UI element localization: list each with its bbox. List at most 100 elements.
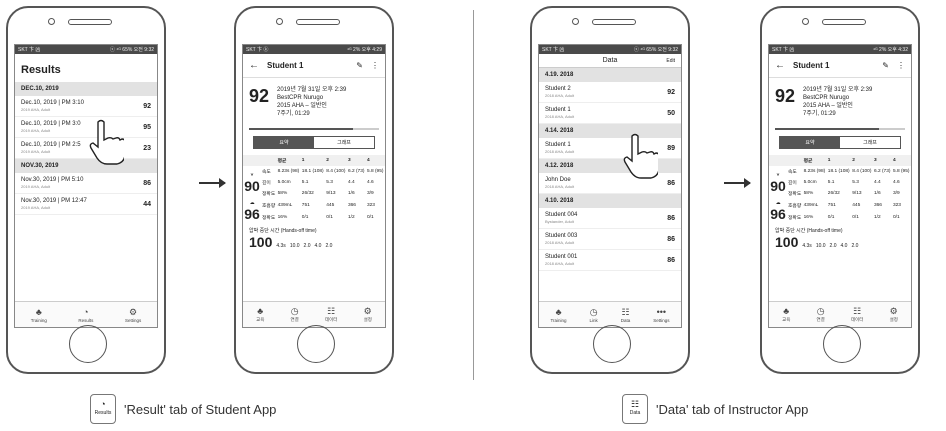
back-arrow-icon[interactable]: ← [775, 60, 785, 71]
student-row[interactable]: Student 004 Bystander, Adult 86 [539, 208, 681, 229]
caption-text: 'Data' tab of Instructor App [656, 401, 809, 417]
result-row[interactable]: Nov.30, 2019 | PM 5:10 2019 AHA, Adult 86 [15, 173, 157, 194]
more-vert-icon[interactable]: ⋮ [371, 61, 379, 70]
row-sub: 2019 AHA, Adult [21, 149, 51, 154]
student-row[interactable]: John Doe 2018 AHA, Adult 86 [539, 173, 681, 194]
status-left: SKT 卞 凶 [542, 47, 565, 53]
data-icon: ☷ [630, 399, 640, 409]
home-button[interactable] [593, 325, 631, 363]
results-icon: ◔ [100, 399, 106, 409]
link-icon: ◷ [816, 306, 825, 316]
nav-label: Data [620, 317, 631, 323]
row-score: 92 [143, 102, 151, 110]
session-cycles: 7주기, 01:29 [277, 111, 310, 117]
home-button[interactable] [297, 325, 335, 363]
gear-icon: ⚙ [363, 306, 372, 316]
camera-icon [802, 18, 809, 25]
student-title: Student 1 [267, 61, 304, 70]
nav-education[interactable]: ♣ 교육 [782, 306, 790, 323]
nav-label: Results [78, 317, 94, 323]
progress-bar [249, 128, 379, 130]
student-row[interactable]: Student 2 2018 AHA, Adult 92 [539, 82, 681, 103]
home-button[interactable] [823, 325, 861, 363]
more-vert-icon[interactable]: ⋮ [897, 61, 905, 70]
row-sub: 2019 AHA, Adult [21, 107, 51, 112]
row-time: Dec.10, 2019 | PM 3:0 [21, 121, 81, 127]
home-button[interactable] [69, 325, 107, 363]
student-row[interactable]: Student 001 2018 AHA, Adult 86 [539, 250, 681, 271]
table-row: 정확도 16% 0/1 0/1 1/2 0/1 [262, 215, 374, 222]
table-row: 깊이 5.0cm 5.1 5.3 4.4 4.6 [788, 180, 900, 186]
session-guideline: 2015 AHA – 일반인 [277, 103, 327, 109]
ventilation-score: 96 [244, 206, 260, 222]
phone-screen: SKT 卞 ⓚ ⁴ᴳ 2% 오후 4:29 ← Student 1 ✎ ⋮ 92… [242, 44, 386, 328]
status-right: ⓢ ⁴ᴳ 65% 오전 9:32 [633, 47, 678, 53]
page-title: Results [21, 64, 61, 76]
nav-label: 데이터 [324, 317, 338, 322]
status-bar: SKT 卞 凶 ⓢ ⁴ᴳ 65% 오전 9:32 [15, 45, 157, 54]
nav-data[interactable]: ☷ 데이터 [851, 306, 863, 323]
training-icon: ♣ [555, 306, 562, 317]
pointing-hand-icon [89, 119, 124, 165]
edit-pencil-icon[interactable]: ✎ [356, 61, 363, 70]
nav-connect[interactable]: ◷ 연결 [817, 306, 825, 323]
back-arrow-icon[interactable]: ← [249, 60, 259, 71]
student-title: Student 1 [793, 61, 830, 70]
nav-data[interactable]: ☷ Data [621, 307, 631, 323]
student-row[interactable]: Student 1 2018 AHA, Adult 89 [539, 138, 681, 159]
student-row[interactable]: Student 1 2018 AHA, Adult 50 [539, 103, 681, 124]
nav-data[interactable]: ☷ 데이터 [325, 306, 337, 323]
row-time: Dec.10, 2019 | PM 3:10 [21, 100, 84, 106]
table-row: 깊이 5.0cm 5.1 5.3 4.4 4.6 [262, 180, 374, 186]
tab-summary[interactable]: 요약 [254, 137, 314, 148]
nav-label: Training [550, 317, 567, 323]
tab-summary[interactable]: 요약 [780, 137, 840, 148]
nav-label: Training [30, 317, 47, 323]
app-bar: ← Student 1 ✎ ⋮ [243, 54, 385, 78]
compression-score: 90 [244, 177, 260, 194]
data-icon: ☷ [327, 306, 336, 316]
status-left: SKT 卞 凶 [18, 47, 41, 53]
tab-graph[interactable]: 그래프 [314, 137, 374, 148]
badge-label: Data [629, 410, 641, 416]
phone-instructor-data: SKT 卞 凶 ⓢ ⁴ᴳ 65% 오전 9:32 Data Edit 4.19.… [530, 6, 690, 374]
tab-graph[interactable]: 그래프 [840, 137, 900, 148]
row-score: 95 [143, 123, 151, 131]
progress-bar [775, 128, 905, 130]
status-right: ⓢ ⁴ᴳ 65% 오전 9:32 [109, 47, 154, 53]
session-info: 2019년 7월 31일 오후 2:39 BestCPR Nurugo 2015… [803, 87, 873, 117]
edit-pencil-icon[interactable]: ✎ [882, 61, 889, 70]
hands-off-label: 압박 중단 시간 (Hands-off time) [249, 228, 317, 234]
nav-settings[interactable]: ⚙ 설정 [890, 306, 898, 323]
nav-label: Settings [124, 317, 142, 323]
result-row[interactable]: Dec.10, 2019 | PM 3:10 2019 AHA, Adult 92 [15, 96, 157, 117]
edit-button[interactable]: Edit [666, 58, 675, 64]
score-summary: 92 2019년 7월 31일 오후 2:39 BestCPR Nurugo 2… [769, 78, 911, 122]
phone-student-detail: SKT 卞 ⓚ ⁴ᴳ 2% 오후 4:29 ← Student 1 ✎ ⋮ 92… [234, 6, 394, 374]
result-table: 평균 12 34 ⩔ 90 속도 8.23s (98) 18.1 (108) 8.4 … [243, 155, 385, 224]
nav-training[interactable]: ♣ Training [31, 307, 47, 323]
nav-settings[interactable]: ⚙ 설정 [364, 306, 372, 323]
nav-connect[interactable]: ◷ 연결 [291, 306, 299, 323]
more-dots-icon: ••• [656, 306, 667, 317]
nav-training[interactable]: ♣ Training [550, 307, 566, 323]
phone-instructor-detail: SKT 卞 凶 ⁴ᴳ 2% 오후 4:32 ← Student 1 ✎ ⋮ 92… [760, 6, 920, 374]
result-row[interactable]: Nov.30, 2019 | PM 12:47 2019 AHA, Adult 4… [15, 194, 157, 215]
gear-icon: ⚙ [889, 306, 898, 316]
table-row: ⩔ 90 속도 8.23s (98) 18.1 (108) 8.4 (100) 6.2 … [244, 169, 384, 194]
progress-fill [775, 128, 879, 130]
student-row[interactable]: Student 003 2018 AHA, Adult 86 [539, 229, 681, 250]
nav-results[interactable]: ◔ Results [78, 307, 93, 323]
camera-icon [48, 18, 55, 25]
nav-link[interactable]: ◷ Link [590, 307, 598, 323]
nav-education[interactable]: ♣ 교육 [256, 306, 264, 323]
table-row: ☁ 96 호흡량 439mL 751 445 366 323 [244, 201, 375, 222]
training-icon: ♣ [35, 306, 42, 317]
table-row: ⩔ 90 속도 8.23s (98) 18.1 (108) 8.4 (100) 6.2 … [770, 169, 910, 194]
nav-settings[interactable]: ⚙ Settings [125, 307, 141, 323]
pointing-hand-icon [623, 133, 658, 179]
camera-icon [276, 18, 283, 25]
nav-settings[interactable]: ••• Settings [653, 307, 669, 323]
table-row: ☁ 96 호흡량 439mL 751 445 366 323 [770, 201, 901, 222]
total-score: 92 [775, 86, 796, 106]
